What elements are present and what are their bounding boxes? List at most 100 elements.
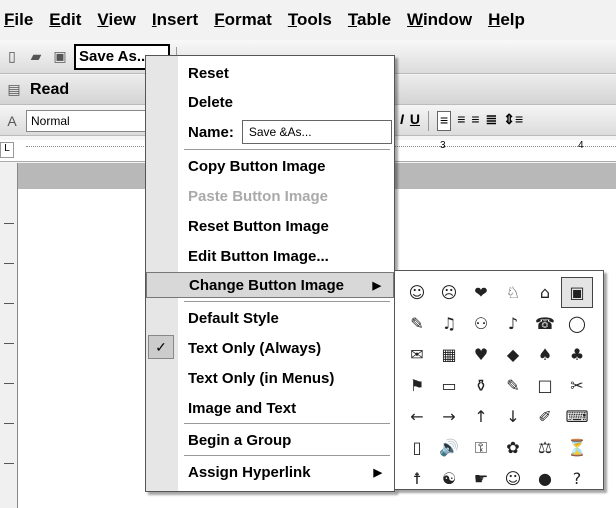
menu-view[interactable]: View xyxy=(97,10,135,30)
menu-item-image-and-text[interactable]: Image and Text xyxy=(178,395,394,421)
button-image-option-icon[interactable]: ⏳ xyxy=(561,432,593,463)
button-image-option-icon[interactable]: ◆ xyxy=(497,339,529,370)
button-image-option-icon[interactable]: ? xyxy=(561,463,593,494)
menu-item-begin-group[interactable]: Begin a Group xyxy=(178,427,394,453)
button-image-option-icon[interactable]: ☯ xyxy=(433,463,465,494)
button-image-option-icon[interactable]: ♪ xyxy=(497,308,529,339)
new-document-icon[interactable]: ▯ xyxy=(2,47,22,67)
button-image-option-icon[interactable]: ⌨ xyxy=(561,401,593,432)
menu-item-default-style[interactable]: Default Style xyxy=(178,305,394,331)
button-image-option-icon[interactable]: → xyxy=(433,401,465,432)
menu-insert[interactable]: Insert xyxy=(152,10,198,30)
button-image-option-icon[interactable]: ⚿ xyxy=(465,432,497,463)
menu-help[interactable]: Help xyxy=(488,10,525,30)
button-image-option-icon[interactable]: ↓ xyxy=(497,401,529,432)
button-image-option-icon[interactable]: ♘ xyxy=(497,277,529,308)
align-right-icon[interactable]: ≡ xyxy=(471,111,479,131)
read-button[interactable]: Read xyxy=(30,81,69,99)
menu-item-text-only-always[interactable]: Text Only (Always) xyxy=(178,335,394,361)
button-image-option-icon[interactable]: ▣ xyxy=(561,277,593,308)
menu-edit[interactable]: Edit xyxy=(49,10,81,30)
style-dropdown[interactable]: Normal xyxy=(26,109,156,132)
assign-hyperlink-label: Assign Hyperlink xyxy=(188,463,311,481)
button-image-option-icon[interactable]: ⚖ xyxy=(529,432,561,463)
line-spacing-icon[interactable]: ⇕≡ xyxy=(503,111,523,131)
menu-item-name: Name: Save &As... xyxy=(178,119,394,145)
name-label: Name: xyxy=(188,123,234,141)
button-image-option-icon[interactable]: 🔊 xyxy=(433,432,465,463)
align-left-icon[interactable]: ≡ xyxy=(437,110,452,131)
checkmark-icon: ✓ xyxy=(148,335,174,359)
menu-item-text-only-menus[interactable]: Text Only (in Menus) xyxy=(178,365,394,391)
menu-separator xyxy=(184,301,390,302)
menu-item-delete[interactable]: Delete xyxy=(178,89,394,115)
button-image-option-icon[interactable]: ◯ xyxy=(561,308,593,339)
menu-item-paste-button-image: Paste Button Image xyxy=(188,187,329,205)
read-icon: ▤ xyxy=(7,81,21,97)
styles-icon[interactable]: A xyxy=(2,111,22,131)
button-image-palette: ☺ ☹ ❤ ♘ ⌂ ▣ ✎ ♫ ⚇ ♪ ☎ ◯ ✉ ▦ ♥ ◆ ♠ ♣ ⚑ ▭ ⚱ ✎ □ ✂ ← → ↑ ↓ ✐ ⌨ ▯ 🔊 ⚿ ✿ ⚖ ⏳ ☨ ☯ ☛ ☺… xyxy=(394,270,604,490)
menu-item-change-button-image[interactable]: Change Button Image ▶ xyxy=(146,272,394,298)
button-image-option-icon[interactable]: ☨ xyxy=(401,463,433,494)
menu-item-copy-button-image[interactable]: Copy Button Image xyxy=(178,153,394,179)
menu-file[interactable]: File xyxy=(4,10,33,30)
button-image-option-icon[interactable]: ⚇ xyxy=(465,308,497,339)
menu-separator xyxy=(184,149,390,150)
menu-format[interactable]: Format xyxy=(214,10,272,30)
button-image-option-icon[interactable]: ☎ xyxy=(529,308,561,339)
button-image-option-icon[interactable]: ♠ xyxy=(529,339,561,370)
menu-separator xyxy=(184,423,390,424)
ruler-mark-4: 4 xyxy=(578,140,584,151)
format-buttons: I U ≡ ≡ ≡ ≣ ⇕≡ xyxy=(400,110,523,131)
button-image-option-icon[interactable]: ♫ xyxy=(433,308,465,339)
submenu-arrow-icon: ▶ xyxy=(373,466,382,479)
menu-separator xyxy=(184,455,390,456)
button-image-option-icon[interactable]: ↑ xyxy=(465,401,497,432)
button-image-option-icon[interactable]: ● xyxy=(529,463,561,494)
button-image-option-icon[interactable]: ← xyxy=(401,401,433,432)
button-image-option-icon[interactable]: ✂ xyxy=(561,370,593,401)
button-image-option-icon[interactable]: ✐ xyxy=(529,401,561,432)
button-image-option-icon[interactable]: ⚑ xyxy=(401,370,433,401)
button-image-option-icon[interactable]: ▭ xyxy=(433,370,465,401)
button-image-option-icon[interactable]: ❤ xyxy=(465,277,497,308)
italic-icon[interactable]: I xyxy=(400,111,404,131)
button-image-option-icon[interactable]: ✉ xyxy=(401,339,433,370)
menu-item-assign-hyperlink[interactable]: Assign Hyperlink ▶ xyxy=(178,459,394,485)
ruler-mark-3: 3 xyxy=(440,140,446,151)
button-image-option-icon[interactable]: ☛ xyxy=(465,463,497,494)
word-app-window: File Edit View Insert Format Tools Table… xyxy=(0,0,616,508)
button-image-option-icon[interactable]: ✿ xyxy=(497,432,529,463)
align-center-icon[interactable]: ≡ xyxy=(457,111,465,131)
button-image-option-icon[interactable]: ☺ xyxy=(401,277,433,308)
button-image-option-icon[interactable]: ▦ xyxy=(433,339,465,370)
vertical-ruler xyxy=(0,163,18,508)
save-icon[interactable]: ▣ xyxy=(50,47,70,67)
button-image-option-icon[interactable]: □ xyxy=(529,370,561,401)
menu-window[interactable]: Window xyxy=(407,10,472,30)
button-image-option-icon[interactable]: ♥ xyxy=(465,339,497,370)
tab-selector[interactable]: L xyxy=(0,142,14,158)
justify-icon[interactable]: ≣ xyxy=(486,111,498,131)
menu-table[interactable]: Table xyxy=(348,10,391,30)
button-image-option-icon[interactable]: ⌂ xyxy=(529,277,561,308)
menu-tools[interactable]: Tools xyxy=(288,10,332,30)
menu-item-edit-button-image[interactable]: Edit Button Image... xyxy=(178,243,394,269)
button-image-option-icon[interactable]: ☺ xyxy=(497,463,529,494)
name-field[interactable]: Save &As... xyxy=(241,120,392,144)
button-image-grid: ☺ ☹ ❤ ♘ ⌂ ▣ ✎ ♫ ⚇ ♪ ☎ ◯ ✉ ▦ ♥ ◆ ♠ ♣ ⚑ ▭ ⚱ ✎ □ ✂ ← → ↑ ↓ ✐ ⌨ ▯ 🔊 ⚿ ✿ ⚖ ⏳ ☨ ☯ ☛ ☺… xyxy=(401,277,601,494)
button-image-option-icon[interactable]: ♣ xyxy=(561,339,593,370)
button-image-option-icon[interactable]: ▯ xyxy=(401,432,433,463)
button-image-option-icon[interactable]: ☹ xyxy=(433,277,465,308)
underline-icon[interactable]: U xyxy=(410,111,420,131)
menu-item-reset[interactable]: Reset xyxy=(178,60,394,86)
open-folder-icon[interactable]: ▰ xyxy=(26,47,46,67)
button-context-menu: Reset Delete Name: Save &As... Copy Butt… xyxy=(145,55,395,492)
menu-item-reset-button-image[interactable]: Reset Button Image xyxy=(178,213,394,239)
button-image-option-icon[interactable]: ✎ xyxy=(401,308,433,339)
button-image-option-icon[interactable]: ⚱ xyxy=(465,370,497,401)
menu-bar: File Edit View Insert Format Tools Table… xyxy=(0,0,616,40)
button-image-option-icon[interactable]: ✎ xyxy=(497,370,529,401)
toolbar-separator xyxy=(428,110,430,131)
submenu-arrow-icon: ▶ xyxy=(372,279,381,292)
